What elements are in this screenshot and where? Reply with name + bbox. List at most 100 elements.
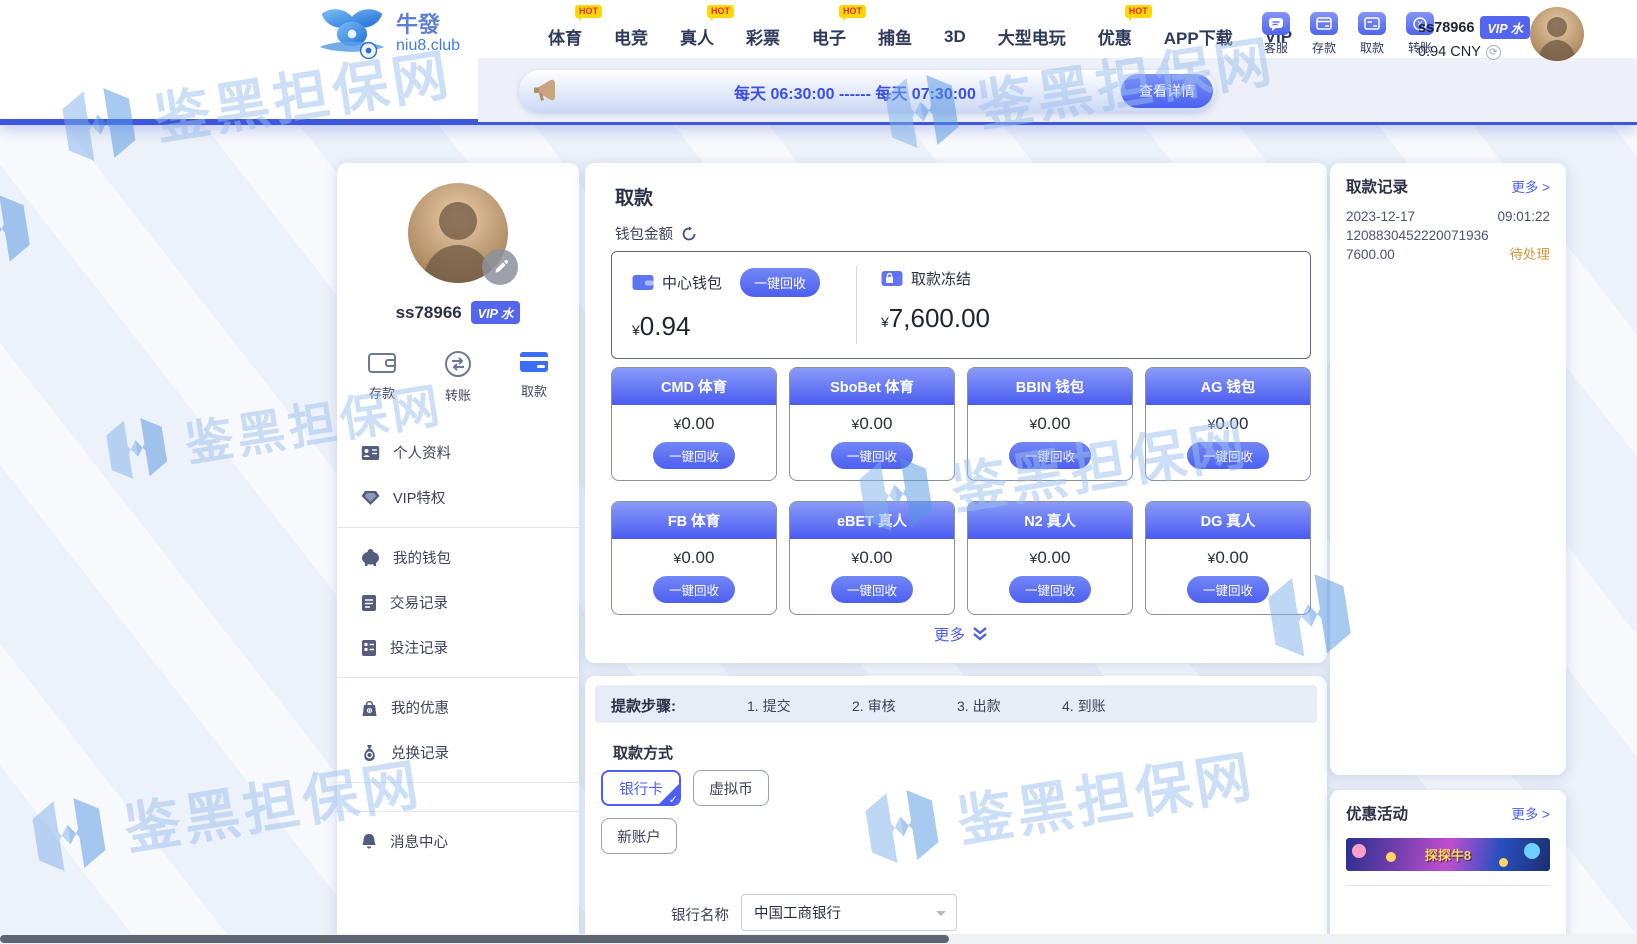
balance-amount: 0.94 CNY bbox=[1418, 44, 1481, 60]
megaphone-icon bbox=[531, 76, 561, 106]
method-bank-card-button[interactable]: 银行卡 ✓ bbox=[601, 770, 681, 806]
nav-item-lottery[interactable]: 彩票 bbox=[730, 18, 796, 55]
hot-badge: HOT bbox=[575, 5, 602, 18]
wallet-tile-icon bbox=[632, 273, 654, 292]
nav-item-fishing[interactable]: 捕鱼 bbox=[862, 18, 928, 55]
nav-item-esports[interactable]: 电竞 bbox=[598, 18, 664, 55]
withdraw-records-more-link[interactable]: 更多 > bbox=[1511, 176, 1550, 196]
site-logo[interactable]: 牛發 niu8.club bbox=[316, 5, 460, 63]
view-details-button[interactable]: 查看详情 bbox=[1121, 74, 1213, 108]
step-payout: 3. 出款 bbox=[957, 696, 1001, 716]
menu-divider bbox=[337, 527, 579, 528]
nav-item-live[interactable]: HOT真人 bbox=[664, 18, 730, 55]
sidebar-deposit-button[interactable]: 存款 bbox=[367, 350, 397, 404]
recover-all-button[interactable]: 一键回收 bbox=[740, 268, 820, 297]
hot-badge: HOT bbox=[707, 5, 734, 18]
menu-item-message-center[interactable]: 消息中心 bbox=[337, 819, 579, 864]
refresh-wallets-icon[interactable] bbox=[681, 226, 697, 242]
sidebar-quick-actions: 存款 转账 取款 bbox=[367, 350, 549, 404]
deposit-button[interactable]: 存款 bbox=[1306, 12, 1342, 56]
withdraw-button[interactable]: 取款 bbox=[1354, 12, 1390, 56]
menu-divider bbox=[337, 811, 579, 812]
menu-item-profile[interactable]: 个人资料 bbox=[337, 430, 579, 475]
edit-avatar-button[interactable] bbox=[482, 249, 518, 285]
nav-item-app-download[interactable]: APP下载 bbox=[1148, 18, 1249, 55]
promotions-more-link[interactable]: 更多 > bbox=[1511, 803, 1550, 823]
menu-item-vip-privilege[interactable]: VIP特权 bbox=[337, 475, 579, 520]
sidebar-withdraw-button[interactable]: 取款 bbox=[519, 350, 549, 404]
menu-item-my-promotions[interactable]: 0 我的优惠 bbox=[337, 685, 579, 730]
nav-item-promo[interactable]: HOT优惠 bbox=[1082, 18, 1148, 55]
promo-banner[interactable]: 探探牛8 bbox=[1346, 838, 1550, 871]
recover-button[interactable]: 一键回收 bbox=[1187, 576, 1269, 603]
recover-button[interactable]: 一键回收 bbox=[1009, 576, 1091, 603]
recover-button[interactable]: 一键回收 bbox=[1187, 442, 1269, 469]
withdraw-records-title: 取款记录 bbox=[1346, 175, 1408, 197]
wallet-card-n2: N2 真人 ¥0.00 一键回收 bbox=[967, 501, 1133, 615]
recover-button[interactable]: 一键回收 bbox=[653, 576, 735, 603]
menu-item-my-wallet[interactable]: 我的钱包 bbox=[337, 535, 579, 580]
withdraw-form-card: 提款步骤: 1. 提交 2. 审核 3. 出款 4. 到账 取款方式 银行卡 ✓… bbox=[585, 676, 1327, 944]
record-date: 2023-12-17 bbox=[1346, 207, 1415, 226]
watermark-logo-icon bbox=[0, 184, 41, 276]
method-crypto-button[interactable]: 虚拟币 bbox=[693, 770, 769, 806]
hot-badge: HOT bbox=[839, 5, 866, 18]
provider-wallet-grid: CMD 体育 ¥0.00 一键回收 SboBet 体育 ¥0.00 一键回收 B… bbox=[611, 367, 1311, 615]
sidebar-transfer-button[interactable]: 转账 bbox=[444, 350, 472, 404]
recover-button[interactable]: 一键回收 bbox=[831, 442, 913, 469]
bull-logo-icon bbox=[316, 5, 388, 63]
nav-item-arcade[interactable]: 大型电玩 bbox=[982, 18, 1082, 55]
user-avatar[interactable] bbox=[1530, 7, 1584, 61]
customer-service-button[interactable]: 客服 bbox=[1258, 12, 1294, 56]
bell-icon bbox=[361, 833, 377, 851]
withdraw-card-icon bbox=[1358, 12, 1386, 35]
recover-button[interactable]: 一键回收 bbox=[653, 442, 735, 469]
deposit-card-icon bbox=[1310, 12, 1338, 35]
steps-label: 提款步骤: bbox=[611, 695, 676, 716]
menu-item-transaction-records[interactable]: 交易记录 bbox=[337, 580, 579, 625]
withdraw-record-item[interactable]: 2023-12-17 09:01:22 1208830452220071936 … bbox=[1330, 197, 1566, 264]
wallet-outline-icon bbox=[367, 350, 397, 376]
method-new-account-button[interactable]: 新账户 bbox=[601, 818, 677, 854]
recover-button[interactable]: 一键回收 bbox=[831, 576, 913, 603]
record-time: 09:01:22 bbox=[1497, 207, 1550, 226]
bank-name-select[interactable]: 中国工商银行 bbox=[741, 894, 957, 931]
step-arrival: 4. 到账 bbox=[1062, 696, 1106, 716]
withdraw-method-label: 取款方式 bbox=[613, 742, 673, 763]
wallet-card-ebet: eBET 真人 ¥0.00 一键回收 bbox=[789, 501, 955, 615]
nav-item-slots[interactable]: HOT电子 bbox=[796, 18, 862, 55]
page-title: 取款 bbox=[615, 183, 653, 210]
nav-item-3d[interactable]: 3D bbox=[928, 21, 982, 53]
horizontal-scrollbar-track[interactable] bbox=[0, 934, 1637, 944]
withdraw-steps-bar: 提款步骤: 1. 提交 2. 审核 3. 出款 4. 到账 bbox=[595, 685, 1317, 723]
announcement-marquee[interactable]: 每天 06:30:00 ------ 每天 07:30:00 查看详情 bbox=[519, 70, 1216, 112]
hot-badge: HOT bbox=[1125, 5, 1152, 18]
wallet-card-ag: AG 钱包 ¥0.00 一键回收 bbox=[1145, 367, 1311, 481]
double-chevron-down-icon bbox=[972, 627, 988, 641]
list-document-icon bbox=[361, 639, 377, 657]
nav-item-sports[interactable]: HOT体育 bbox=[532, 18, 598, 55]
withdraw-wallet-card: 取款 钱包金额 中心钱包 一键回收 ¥0.94 取款冻结 bbox=[585, 163, 1327, 663]
wallet-card-dg: DG 真人 ¥0.00 一键回收 bbox=[1145, 501, 1311, 615]
promotions-title: 优惠活动 bbox=[1346, 802, 1408, 824]
horizontal-scrollbar-thumb[interactable] bbox=[0, 935, 949, 943]
piggy-bank-icon bbox=[361, 549, 380, 566]
menu-item-betting-records[interactable]: 投注记录 bbox=[337, 625, 579, 670]
refresh-balance-icon[interactable]: ⟳ bbox=[1486, 45, 1501, 60]
menu-divider bbox=[337, 782, 579, 783]
step-review: 2. 审核 bbox=[852, 696, 896, 716]
step-submit: 1. 提交 bbox=[747, 696, 791, 716]
withdraw-records-panel: 取款记录 更多 > 2023-12-17 09:01:22 1208830452… bbox=[1330, 163, 1566, 775]
record-amount: 7600.00 bbox=[1346, 245, 1395, 264]
recover-button[interactable]: 一键回收 bbox=[1009, 442, 1091, 469]
bank-card-icon bbox=[519, 350, 549, 374]
logo-title: 牛發 bbox=[396, 13, 460, 37]
more-wallets-button[interactable]: 更多 bbox=[611, 623, 1311, 645]
main-nav: HOT体育 电竞 HOT真人 彩票 HOT电子 捕鱼 3D 大型电玩 HOT优惠… bbox=[532, 18, 1308, 55]
vip-level-badge: VIP 水 bbox=[1480, 16, 1530, 39]
wallet-card-sbobet: SboBet 体育 ¥0.00 一键回收 bbox=[789, 367, 955, 481]
center-wallet-label: 中心钱包 bbox=[662, 272, 722, 293]
menu-item-exchange-records[interactable]: 兑换记录 bbox=[337, 730, 579, 775]
promo-divider bbox=[1346, 885, 1550, 886]
chevron-down-icon bbox=[936, 911, 946, 921]
